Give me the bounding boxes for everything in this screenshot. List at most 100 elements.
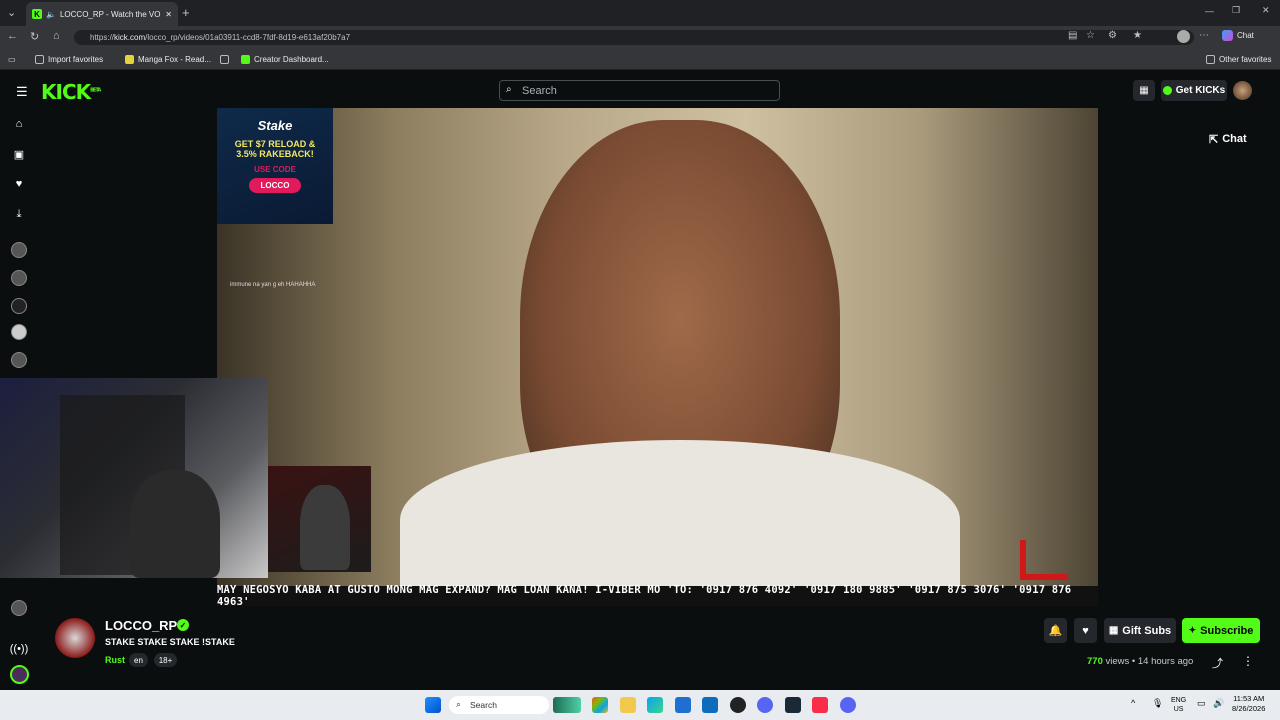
gift-subs-label: Gift Subs bbox=[1122, 624, 1172, 637]
verified-badge-icon: ✓ bbox=[177, 619, 189, 631]
volume-icon[interactable]: 🔊 bbox=[1213, 698, 1224, 709]
import-icon bbox=[35, 55, 44, 64]
browse-nav-icon[interactable]: ▣ bbox=[12, 147, 26, 161]
tray-chevron-icon[interactable]: ^ bbox=[1131, 698, 1135, 708]
app-icon[interactable] bbox=[730, 697, 746, 713]
notification-bell-button[interactable]: 🔔 bbox=[1044, 618, 1067, 643]
followed-channel-avatar[interactable] bbox=[11, 298, 27, 314]
bookmark-placeholder[interactable] bbox=[220, 55, 229, 64]
taskbar-search[interactable]: Search bbox=[449, 696, 549, 714]
downloads-nav-icon[interactable]: ⤓ bbox=[12, 207, 26, 221]
browser-tab-bar bbox=[0, 0, 1280, 26]
beta-badge: BETA bbox=[90, 87, 101, 94]
more-options-icon[interactable]: ⋮ bbox=[1242, 654, 1254, 668]
browse-icon[interactable]: ▦ bbox=[1133, 80, 1155, 101]
bookmark-creator-dashboard[interactable]: Creator Dashboard... bbox=[241, 55, 329, 64]
stake-ad-overlay: Stake GET $7 RELOAD & 3.5% RAKEBACK! USE… bbox=[217, 108, 333, 224]
lang-region: US bbox=[1173, 706, 1184, 713]
user-avatar[interactable] bbox=[1233, 81, 1252, 100]
get-kicks-label: Get KICKs bbox=[1175, 85, 1226, 96]
url-path: /locco_rp/videos/01a03911-ccd8-7fdf-8d19… bbox=[145, 33, 351, 42]
language-indicator[interactable]: ENG US bbox=[1171, 696, 1186, 714]
followed-channel-avatar[interactable] bbox=[11, 242, 27, 258]
chat-toggle-button[interactable]: ⇱ Chat bbox=[1209, 128, 1261, 150]
windows-taskbar bbox=[0, 690, 1280, 720]
minimize-icon[interactable]: — bbox=[1205, 6, 1214, 16]
file-explorer-icon[interactable] bbox=[620, 697, 636, 713]
followed-channel-avatar[interactable] bbox=[11, 324, 27, 340]
time-ago: 14 hours ago bbox=[1137, 656, 1194, 667]
followed-channel-avatar[interactable] bbox=[11, 600, 27, 616]
page-icon bbox=[220, 55, 229, 64]
gift-subs-button[interactable]: ▦ Gift Subs bbox=[1104, 618, 1176, 643]
search-placeholder: Search bbox=[522, 84, 557, 97]
bookmark-manga-fox[interactable]: Manga Fox - Read... bbox=[125, 55, 211, 64]
store-icon[interactable] bbox=[675, 697, 691, 713]
url-field[interactable]: https://kick.com/locco_rp/videos/01a0391… bbox=[74, 30, 1194, 45]
back-icon[interactable]: ← bbox=[7, 30, 18, 42]
video-subject-shirt bbox=[400, 440, 960, 600]
gift-icon: ▦ bbox=[1108, 625, 1119, 636]
sidebar-toggle-icon[interactable]: ▭ bbox=[8, 55, 16, 64]
stats-separator: • bbox=[1131, 656, 1136, 667]
windows-start-icon[interactable] bbox=[425, 697, 441, 713]
ad-use-code: USE CODE bbox=[254, 165, 296, 174]
other-favorites-label: Other favorites bbox=[1219, 55, 1272, 64]
followed-channel-avatar[interactable] bbox=[11, 270, 27, 286]
reader-icon[interactable]: ▤ bbox=[1068, 30, 1077, 41]
clock-time: 11:53 AM bbox=[1233, 694, 1265, 703]
follow-heart-button[interactable]: ♥ bbox=[1074, 618, 1097, 643]
browser-tab[interactable]: K 🔈 LOCCO_RP - Watch the VOD ✕ bbox=[26, 2, 178, 26]
kicks-coin-icon bbox=[1162, 86, 1172, 95]
close-tab-icon[interactable]: ✕ bbox=[165, 10, 172, 19]
ad-line2: 3.5% RAKEBACK! bbox=[236, 149, 314, 159]
copilot-chat-label: Chat bbox=[1237, 31, 1254, 40]
bookmark-import-favorites[interactable]: Import favorites bbox=[35, 55, 103, 64]
more-menu-icon[interactable]: ⋯ bbox=[1199, 30, 1209, 41]
discord-icon[interactable] bbox=[757, 697, 773, 713]
system-clock[interactable]: 11:53 AM 8/26/2026 bbox=[1232, 694, 1265, 714]
home-icon[interactable]: ⌂ bbox=[53, 30, 60, 42]
favorites-icon[interactable]: ★ bbox=[1133, 30, 1142, 41]
refresh-icon[interactable]: ↻ bbox=[30, 30, 39, 43]
lang-code: ENG bbox=[1171, 697, 1187, 704]
copilot-app-icon[interactable] bbox=[592, 697, 608, 713]
favorite-star-icon[interactable]: ☆ bbox=[1086, 30, 1095, 41]
search-input[interactable]: Search bbox=[499, 80, 780, 101]
bookmark-label: Creator Dashboard... bbox=[254, 55, 329, 64]
recommended-channel-avatar[interactable] bbox=[10, 665, 29, 684]
share-icon[interactable]: ⤴ bbox=[1212, 655, 1223, 671]
steam-icon[interactable] bbox=[785, 697, 801, 713]
stream-category[interactable]: Rust bbox=[105, 655, 125, 665]
following-nav-icon[interactable]: ♥ bbox=[12, 177, 26, 191]
kick-logo[interactable]: KICKBETA bbox=[41, 80, 101, 104]
close-window-icon[interactable]: ✕ bbox=[1262, 5, 1270, 16]
menu-icon[interactable]: ☰ bbox=[16, 84, 28, 100]
bookmark-label: Import favorites bbox=[48, 55, 104, 64]
subscribe-button[interactable]: ✦ Subscribe bbox=[1182, 618, 1260, 643]
url-domain: kick.com bbox=[114, 33, 146, 42]
extensions-icon[interactable]: ⚙ bbox=[1108, 30, 1117, 41]
age-tag[interactable]: 18+ bbox=[154, 653, 177, 667]
discord-ptb-icon[interactable] bbox=[840, 697, 856, 713]
tab-list-icon[interactable]: ⌄ bbox=[7, 6, 16, 19]
taskbar-search-icon: ⌕ bbox=[456, 699, 462, 709]
language-tag[interactable]: en bbox=[129, 653, 148, 667]
profile-avatar[interactable] bbox=[1177, 30, 1190, 43]
followed-channel-avatar[interactable] bbox=[11, 352, 27, 368]
display-icon[interactable]: ▭ bbox=[1197, 698, 1206, 709]
outlook-icon[interactable] bbox=[702, 697, 718, 713]
edge-icon[interactable] bbox=[647, 697, 663, 713]
home-nav-icon[interactable]: ⌂ bbox=[12, 117, 26, 131]
copilot-chat-button[interactable]: Chat bbox=[1222, 30, 1254, 41]
new-tab-icon[interactable]: + bbox=[182, 5, 190, 20]
microphone-icon[interactable]: 🎙 bbox=[1152, 698, 1163, 709]
live-broadcast-icon[interactable]: ((•)) bbox=[10, 642, 29, 656]
channel-name[interactable]: LOCCO_RP bbox=[105, 618, 177, 633]
widget-icon[interactable] bbox=[553, 697, 581, 713]
get-kicks-button[interactable]: Get KICKs bbox=[1161, 80, 1227, 101]
channel-avatar[interactable] bbox=[55, 618, 95, 658]
other-favorites[interactable]: Other favorites bbox=[1206, 55, 1271, 64]
music-icon[interactable] bbox=[812, 697, 828, 713]
maximize-icon[interactable]: ❐ bbox=[1232, 5, 1240, 16]
